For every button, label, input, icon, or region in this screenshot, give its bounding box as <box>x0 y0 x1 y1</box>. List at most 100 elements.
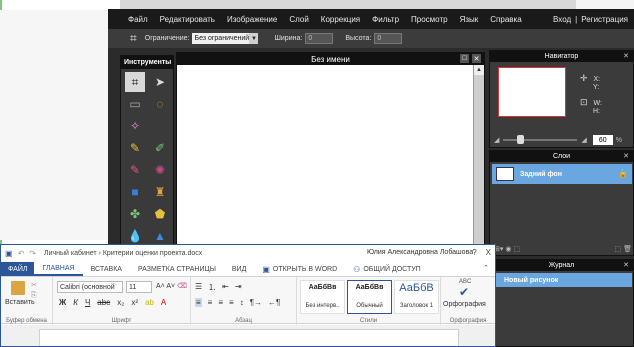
strikethrough-icon[interactable]: abc <box>97 298 110 307</box>
eraser-tool-icon[interactable]: ✎ <box>125 160 145 180</box>
help-icon[interactable]: ? <box>472 248 476 257</box>
open-in-word-button[interactable]: ▣ ОТКРЫТЬ В WORD <box>254 262 345 276</box>
numbering-icon[interactable]: ⒈ <box>208 282 216 293</box>
heal-tool-icon[interactable]: ✤ <box>125 204 145 224</box>
copy-icon[interactable]: ⎘ <box>31 292 37 299</box>
constraint-select[interactable]: Без ограничений ▼ <box>192 33 259 44</box>
menu-help[interactable]: Справка <box>490 15 521 24</box>
justify-icon[interactable]: ≡ <box>229 298 234 307</box>
vertical-scrollbar[interactable]: ▲ <box>473 65 484 253</box>
maximize-icon[interactable]: □ <box>460 54 469 63</box>
superscript-icon[interactable]: x² <box>131 298 138 307</box>
tab-file[interactable]: ФАЙЛ <box>1 262 35 276</box>
height-input[interactable]: 0 <box>374 33 403 44</box>
history-item[interactable]: Новый рисунок <box>492 273 632 287</box>
style-no-spacing[interactable]: АаБбВв Без интерв.. <box>300 280 345 314</box>
crop-tool-icon[interactable]: ⌗ <box>125 72 145 92</box>
move-tool-icon[interactable]: ➤ <box>150 72 170 92</box>
menu-edit[interactable]: Редактировать <box>160 15 215 24</box>
decrease-indent-icon[interactable]: ⇤ <box>222 282 229 293</box>
menu-view[interactable]: Просмотр <box>411 15 448 24</box>
collapse-ribbon-icon[interactable]: ⌃ <box>483 264 489 272</box>
rtl-icon[interactable]: ←¶ <box>268 298 280 307</box>
stamp-tool-icon[interactable]: ♜ <box>150 182 170 202</box>
drawing-canvas[interactable] <box>177 65 473 253</box>
close-icon[interactable]: ✕ <box>623 261 629 269</box>
user-name[interactable]: Юлия Александровна Лобашова <box>367 249 473 256</box>
font-size-select[interactable]: 11 <box>126 281 152 293</box>
brush-tool-icon[interactable]: ✐ <box>150 138 170 158</box>
close-icon[interactable]: ✕ <box>623 52 629 60</box>
pencil-tool-icon[interactable]: ✎ <box>125 138 145 158</box>
tab-view[interactable]: ВИД <box>224 262 254 276</box>
shrink-font-icon[interactable]: A˅ <box>166 283 175 290</box>
bold-icon[interactable]: Ж <box>59 298 66 307</box>
style-heading-1[interactable]: АаБбВ Заголовок 1 <box>394 280 439 314</box>
undo-icon[interactable]: ↶ <box>18 249 25 258</box>
menu-language[interactable]: Язык <box>460 15 479 24</box>
wand-tool-icon[interactable]: ✧ <box>125 116 145 136</box>
paste-icon[interactable] <box>11 281 25 295</box>
close-icon[interactable]: ✕ <box>623 152 629 160</box>
tab-home[interactable]: ГЛАВНАЯ <box>34 262 83 276</box>
layer-settings-icon[interactable]: ⊞▾ ◉ ⬚ <box>494 245 520 253</box>
navigator-preview[interactable] <box>498 67 566 117</box>
align-left-icon[interactable]: ≡ <box>195 298 202 307</box>
style-normal[interactable]: АаБбВв Обычный <box>347 280 392 314</box>
document-breadcrumb[interactable]: Личный кабинет › Критерии оценки проекта… <box>44 250 202 257</box>
tab-page-layout[interactable]: РАЗМЕТКА СТРАНИЦЫ <box>130 262 224 276</box>
navigator-title: Навигатор ✕ <box>490 51 633 62</box>
highlight-icon[interactable]: ab <box>145 298 154 307</box>
spray-tool-icon[interactable]: ✺ <box>150 160 170 180</box>
check-icon[interactable]: ✔ <box>459 285 469 299</box>
lasso-tool-icon[interactable]: ◌ <box>150 94 170 114</box>
cut-icon[interactable]: ✂ <box>31 282 37 289</box>
width-input[interactable]: 0 <box>305 33 334 44</box>
menu-adjustment[interactable]: Коррекция <box>321 15 360 24</box>
layer-delete-icon[interactable]: ⬚ 🗑 <box>615 245 632 253</box>
underline-icon[interactable]: Ч <box>85 298 90 307</box>
ltr-icon[interactable]: ¶→ <box>250 298 262 307</box>
menu-layer[interactable]: Слой <box>289 15 308 24</box>
crosshair-icon: ✛ <box>580 73 588 83</box>
drop-tool-icon[interactable]: 💧 <box>125 226 145 246</box>
spelling-button[interactable]: Орфография <box>443 301 486 308</box>
grow-font-icon[interactable]: A˄ <box>156 283 165 290</box>
register-link[interactable]: Регистрация <box>581 15 628 24</box>
subscript-icon[interactable]: x₂ <box>117 298 124 307</box>
zoom-input[interactable]: 60 <box>592 135 613 145</box>
line-spacing-icon[interactable]: ↕ <box>240 298 244 307</box>
menu-file[interactable]: Файл <box>128 15 148 24</box>
spelling-group-label: Орфография <box>449 318 487 324</box>
italic-icon[interactable]: К <box>73 298 78 307</box>
redo-icon[interactable]: ↷ <box>29 249 36 258</box>
bucket-tool-icon[interactable]: ⬟ <box>150 204 170 224</box>
zoom-in-icon[interactable]: ◢ <box>581 136 586 144</box>
sharpen-tool-icon[interactable]: ▲ <box>150 226 170 246</box>
align-center-icon[interactable]: ≡ <box>208 298 213 307</box>
marquee-tool-icon[interactable]: ▭ <box>125 94 145 114</box>
document-page[interactable] <box>39 329 459 346</box>
increase-indent-icon[interactable]: ⇥ <box>235 282 242 293</box>
lock-icon[interactable]: 🔒 <box>618 169 628 178</box>
close-icon[interactable]: ✕ <box>472 54 481 63</box>
bullets-icon[interactable]: ☰ <box>195 282 202 293</box>
zoom-slider[interactable] <box>503 135 578 144</box>
gradient-tool-icon[interactable]: ■ <box>125 182 145 202</box>
tab-insert[interactable]: ВСТАВКА <box>83 262 130 276</box>
zoom-out-icon[interactable]: ◢ <box>494 136 499 144</box>
font-color-icon[interactable]: A <box>161 298 166 307</box>
share-button[interactable]: ⚇ ОБЩИЙ ДОСТУП <box>345 262 429 276</box>
menu-filter[interactable]: Фильтр <box>372 15 399 24</box>
clipboard-group-label: Буфер обмена <box>6 318 47 324</box>
zoom-slider-handle[interactable] <box>517 135 525 144</box>
menu-image[interactable]: Изображение <box>227 15 277 24</box>
layer-item[interactable]: Задний фон 🔒 <box>492 164 632 184</box>
font-name-select[interactable]: Calibri (основной <box>57 281 123 293</box>
clear-format-icon[interactable]: ⌫ <box>177 283 187 290</box>
login-link[interactable]: Вход <box>553 15 571 24</box>
align-right-icon[interactable]: ≡ <box>218 298 223 307</box>
save-icon[interactable]: ▣ <box>5 249 13 258</box>
scroll-up-icon[interactable]: ▲ <box>474 65 484 75</box>
close-icon[interactable]: X <box>486 248 491 257</box>
